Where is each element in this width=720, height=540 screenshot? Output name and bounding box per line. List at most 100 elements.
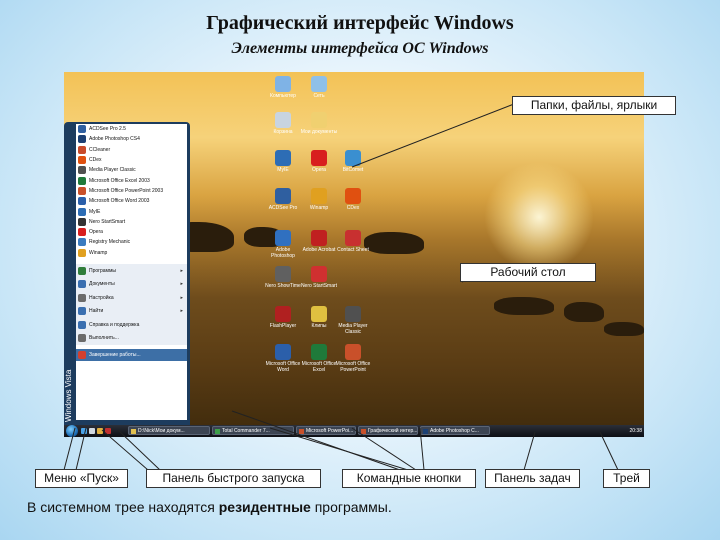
desktop-icon[interactable]: Сеть (300, 76, 338, 99)
app-icon (345, 306, 361, 322)
start-menu-item[interactable]: ACDSee Pro 2.5 (76, 124, 187, 134)
program-icon (78, 156, 86, 165)
quick-launch-icon[interactable] (81, 428, 87, 434)
start-menu-item[interactable]: Registry Mechanic (76, 237, 187, 247)
desktop-icon[interactable]: Adobe Photoshop (264, 230, 302, 259)
rock (564, 302, 604, 322)
power-icon (78, 350, 86, 359)
program-icon (78, 186, 86, 195)
desktop-icon[interactable]: Microsoft Office Excel (300, 344, 338, 373)
bottom-caption: В системном трее находятся резидентные п… (27, 499, 392, 515)
desktop-icon-label: Microsoft Office PowerPoint (335, 361, 371, 373)
desktop-icon[interactable]: Клипы (300, 306, 338, 329)
start-menu-item[interactable]: MyIE (76, 206, 187, 216)
app-icon (345, 188, 361, 204)
start-menu-system-item-label: Выполнить... (89, 335, 119, 342)
caption-bold: резидентные (218, 499, 311, 515)
start-menu-system-item[interactable]: Настройка ▸ (76, 290, 187, 305)
submenu-arrow-icon: ▸ (180, 294, 183, 301)
desktop-icon-label: BitComet (342, 167, 364, 173)
start-menu-item-label: Microsoft Office PowerPoint 2003 (89, 187, 164, 194)
start-menu-item-label: ACDSee Pro 2.5 (89, 126, 126, 133)
start-menu-item[interactable]: CDex (76, 155, 187, 165)
callout-tray: Трей (603, 469, 650, 488)
desktop-icon-label: Contact Sheet (337, 247, 369, 253)
desktop-icon[interactable]: Nero ShowTime (264, 266, 302, 289)
start-menu-item-label: Media Player Classic (89, 167, 136, 174)
start-menu-system-item-label: Найти (89, 308, 104, 315)
program-icon (78, 228, 86, 237)
desktop-icon[interactable]: MyIE (264, 150, 302, 173)
taskbar-button[interactable]: Microsoft PowerPoi... (296, 426, 356, 435)
desktop-icon[interactable]: FlashPlayer (264, 306, 302, 329)
start-menu-item-label: Opera (89, 229, 103, 236)
submenu-arrow-icon: ▸ (180, 281, 183, 288)
taskbar-button[interactable]: D:\Nick\Мои докум... (128, 426, 210, 435)
desktop-icon-label: Opera (312, 167, 326, 173)
taskbar-button[interactable]: Total Commander 7... (212, 426, 294, 435)
start-menu-item[interactable]: Media Player Classic (76, 165, 187, 175)
start-menu-item[interactable]: CCleaner (76, 145, 187, 155)
shutdown-button[interactable]: Завершение работы... (76, 348, 187, 361)
desktop-icon[interactable]: Contact Sheet (334, 230, 372, 253)
start-menu-item[interactable]: Microsoft Office Word 2003 (76, 196, 187, 206)
desktop-icon[interactable]: Winamp (300, 188, 338, 211)
app-icon (275, 306, 291, 322)
system-tray[interactable]: 20:38 (608, 426, 642, 436)
rock (494, 297, 554, 315)
desktop-icon[interactable]: Opera (300, 150, 338, 173)
start-menu-item[interactable]: Microsoft Office Excel 2003 (76, 175, 187, 185)
start-menu-item-label: Nero StartSmart (89, 218, 126, 225)
start-button[interactable] (66, 425, 78, 437)
submenu-arrow-icon: ▸ (180, 267, 183, 274)
start-menu-item[interactable]: Opera (76, 227, 187, 237)
start-menu-item[interactable]: Adobe Photoshop CS4 (76, 134, 187, 144)
taskbar-button[interactable]: Графический интер... (358, 426, 418, 435)
desktop-icon[interactable]: Мои документы (300, 112, 338, 135)
taskbar-button[interactable]: Adobe Photoshop C... (420, 426, 490, 435)
start-menu-system-item[interactable]: Справка и поддержка (76, 317, 187, 332)
caption-suffix: программы. (310, 499, 392, 515)
desktop-icon[interactable]: Media Player Classic (334, 306, 372, 335)
app-icon (275, 76, 291, 92)
app-icon (311, 76, 327, 92)
start-menu-item[interactable]: Nero StartSmart (76, 217, 187, 227)
shutdown-label: Завершение работы... (89, 351, 141, 358)
start-menu-item[interactable]: Microsoft Office PowerPoint 2003 (76, 186, 187, 196)
caption-prefix: В системном трее находятся (27, 499, 219, 515)
menu-icon (78, 266, 86, 275)
quick-launch-icon[interactable] (105, 428, 111, 434)
desktop-icon[interactable]: Adobe Acrobat (300, 230, 338, 253)
start-menu-system-item[interactable]: Документы ▸ (76, 277, 187, 291)
taskbar-button-label: Total Commander 7... (222, 428, 270, 434)
desktop-icon[interactable]: Корзина (264, 112, 302, 135)
window-icon (423, 429, 428, 434)
desktop-icon[interactable]: CDex (334, 188, 372, 211)
callout-taskbar: Панель задач (485, 469, 580, 488)
desktop-icon[interactable]: ACDSee Pro (264, 188, 302, 211)
desktop-icon-label: Adobe Photoshop (271, 247, 295, 259)
program-icon (78, 145, 86, 154)
callout-line-tray (599, 431, 619, 471)
start-menu-system-item[interactable]: Программы ▸ (76, 263, 187, 278)
program-icon (78, 166, 86, 175)
desktop-icon[interactable]: Microsoft Office Word (264, 344, 302, 373)
desktop-icon-label: ACDSee Pro (268, 205, 298, 211)
quick-launch-icon[interactable] (97, 428, 103, 434)
desktop-icon[interactable]: BitComet (334, 150, 372, 173)
start-menu-system-item[interactable]: Выполнить... (76, 331, 187, 345)
app-icon (275, 344, 291, 360)
slide-subtitle: Элементы интерфейса ОС Windows (231, 40, 489, 57)
desktop-icon[interactable]: Компьютер (264, 76, 302, 99)
start-menu-item[interactable]: Winamp (76, 248, 187, 258)
desktop-icon[interactable]: Microsoft Office PowerPoint (334, 344, 372, 373)
quick-launch-icon[interactable] (89, 428, 95, 434)
desktop-icon-label: Корзина (273, 129, 293, 135)
app-icon (275, 188, 291, 204)
desktop-icon[interactable]: Nero StartSmart (300, 266, 338, 289)
start-menu-system-item[interactable]: Найти ▸ (76, 304, 187, 318)
start-menu-item-label: CCleaner (89, 146, 111, 153)
desktop-icon-label: Сеть (313, 93, 325, 99)
desktop-icon-label: Media Player Classic (338, 323, 368, 335)
window-icon (215, 429, 220, 434)
